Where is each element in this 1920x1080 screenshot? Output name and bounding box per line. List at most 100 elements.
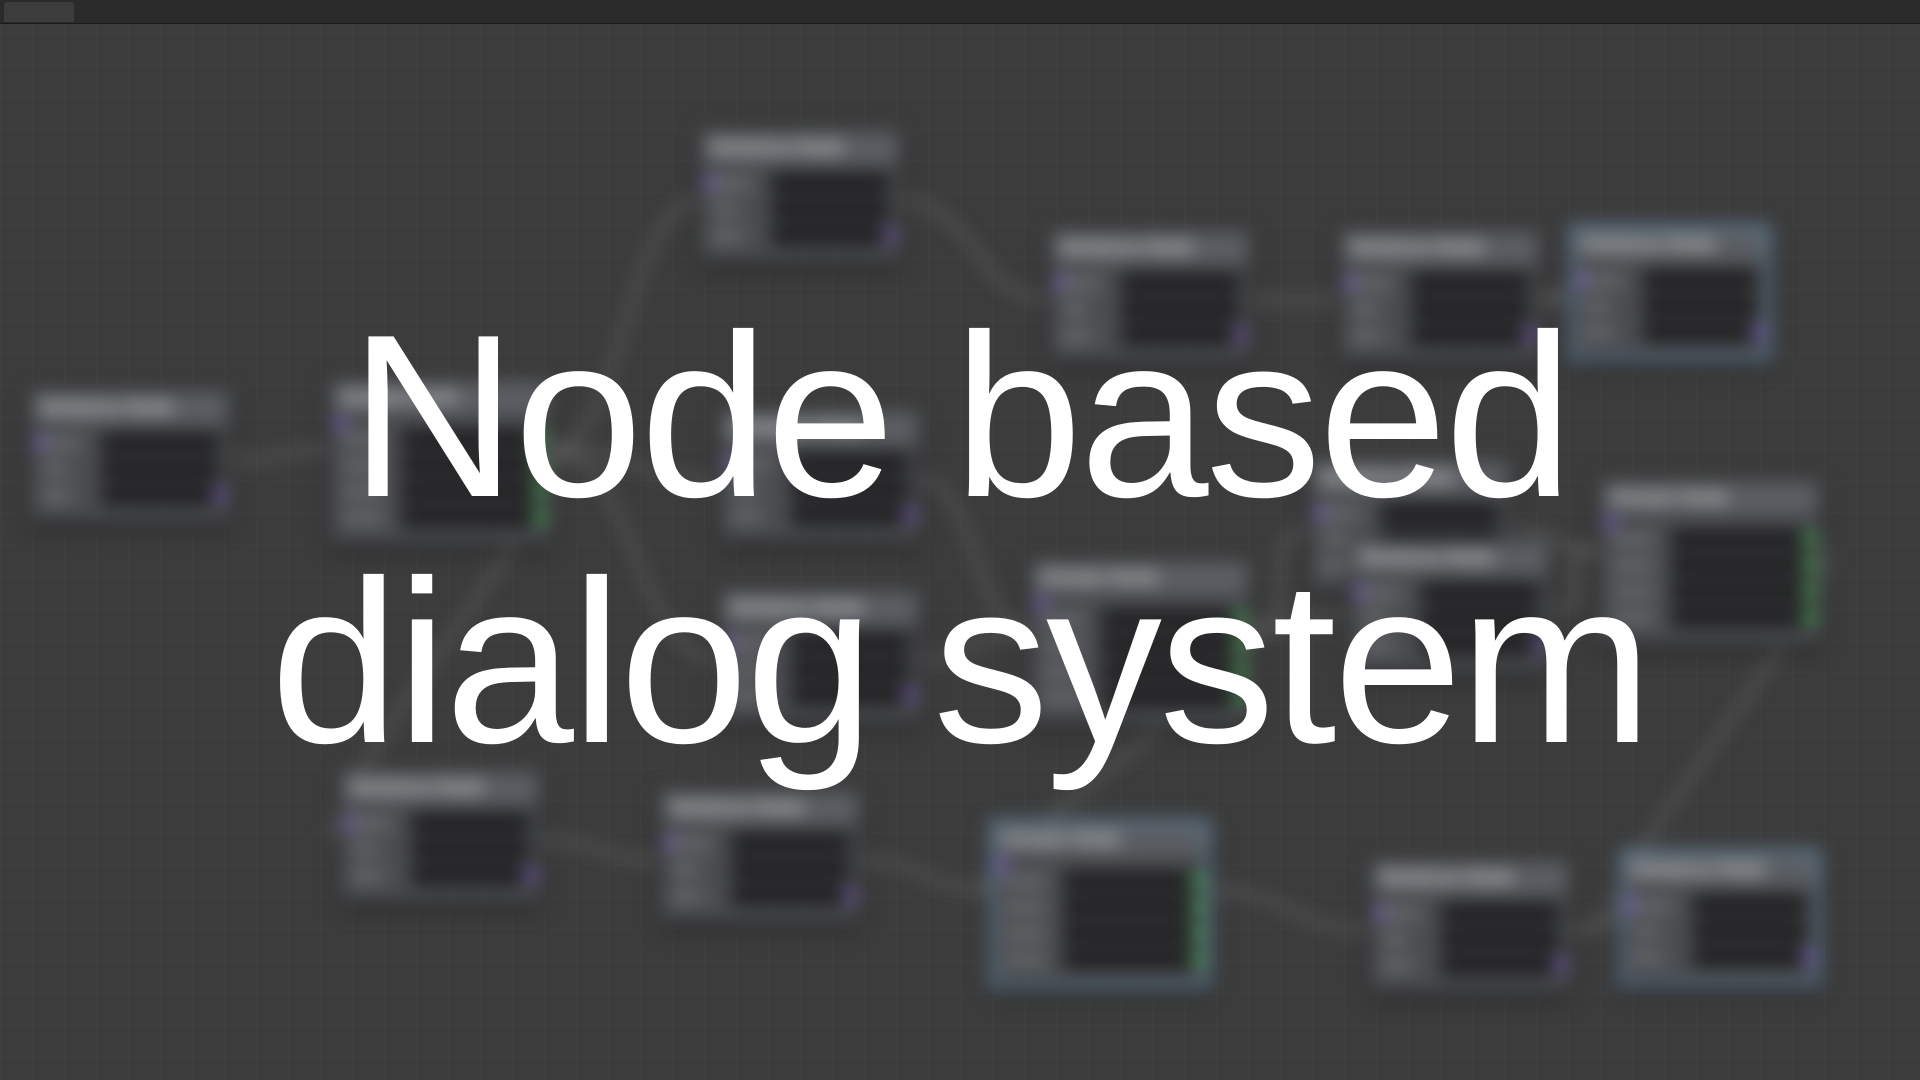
port-data[interactable] [1233, 638, 1247, 652]
row-field[interactable] [1643, 270, 1757, 290]
row-field[interactable] [791, 453, 909, 473]
row-field[interactable] [1101, 609, 1239, 629]
row-field[interactable] [1121, 273, 1239, 293]
row-field[interactable] [791, 479, 909, 499]
port-data[interactable] [533, 458, 547, 472]
sentence-node[interactable]: Sentence NodeNameTextNext [1340, 230, 1540, 362]
row-field[interactable] [791, 505, 909, 525]
row-field[interactable] [791, 685, 909, 705]
row-field[interactable] [771, 173, 889, 193]
port-flow[interactable] [213, 488, 227, 502]
row-field[interactable] [1671, 581, 1809, 601]
port-data[interactable] [1233, 690, 1247, 704]
row-field[interactable] [411, 813, 529, 833]
row-field[interactable] [731, 885, 849, 905]
sentence-node[interactable]: Sentence NodeNameTextNext [720, 410, 920, 542]
row-field[interactable] [771, 225, 889, 245]
sentence-node[interactable]: Sentence NodeNameTextNext [660, 790, 860, 922]
sentence-node[interactable]: Sentence NodeNameTextNext [340, 770, 540, 902]
row-field[interactable] [401, 481, 539, 501]
port-data[interactable] [1191, 926, 1205, 940]
connection-edge[interactable] [1550, 550, 1600, 610]
row-field[interactable] [1441, 955, 1559, 975]
sentence-node[interactable]: Sentence NodeNameTextNext [1570, 225, 1770, 361]
sentence-node[interactable]: Sentence NodeNameTextNext [1620, 850, 1820, 986]
connection-edge[interactable] [550, 450, 720, 660]
port-data[interactable] [1191, 900, 1205, 914]
connection-edge[interactable] [1250, 530, 1310, 630]
row-field[interactable] [411, 839, 529, 859]
row-field[interactable] [1063, 897, 1197, 917]
port-data[interactable] [1803, 584, 1817, 598]
connection-edge[interactable] [1570, 920, 1620, 930]
connection-edge[interactable] [1250, 610, 1350, 630]
sentence-node[interactable]: Sentence NodeNameTextNext [30, 390, 230, 522]
row-field[interactable] [1411, 325, 1529, 345]
row-field[interactable] [1121, 299, 1239, 319]
row-field[interactable] [771, 199, 889, 219]
sentence-node[interactable]: Sentence NodeNameTextNext [1370, 860, 1570, 992]
port-data[interactable] [533, 484, 547, 498]
sentence-node[interactable]: Sentence NodeNameTextNext [1350, 540, 1550, 672]
row-field[interactable] [1643, 322, 1757, 342]
port-data[interactable] [1803, 558, 1817, 572]
port-flow[interactable] [523, 868, 537, 882]
port-data[interactable] [1191, 874, 1205, 888]
row-field[interactable] [1101, 635, 1239, 655]
row-field[interactable] [1693, 947, 1807, 967]
answer-node[interactable]: Answer Nodechoicechoicechoicechoice [990, 820, 1210, 988]
row-field[interactable] [101, 433, 219, 453]
sentence-node[interactable]: Sentence NodeNameTextNext [1050, 230, 1250, 362]
row-field[interactable] [1693, 895, 1807, 915]
row-field[interactable] [791, 659, 909, 679]
port-data[interactable] [533, 510, 547, 524]
connection-edge[interactable] [540, 840, 660, 860]
row-field[interactable] [1693, 921, 1807, 941]
connection-edge[interactable] [550, 450, 720, 480]
port-data[interactable] [1233, 664, 1247, 678]
row-field[interactable] [1421, 583, 1539, 603]
row-field[interactable] [1101, 687, 1239, 707]
row-field[interactable] [1671, 607, 1809, 627]
row-field[interactable] [1063, 871, 1197, 891]
row-field[interactable] [101, 485, 219, 505]
port-flow[interactable] [843, 888, 857, 902]
answer-node[interactable]: Answer Nodechoicechoicechoicechoice [1030, 560, 1250, 724]
row-field[interactable] [1063, 949, 1197, 969]
row-field[interactable] [1643, 296, 1757, 316]
connection-edge[interactable] [1540, 295, 1570, 300]
port-flow[interactable] [1801, 950, 1815, 964]
port-flow[interactable] [883, 228, 897, 242]
port-data[interactable] [1191, 952, 1205, 966]
row-field[interactable] [1063, 923, 1197, 943]
row-field[interactable] [401, 455, 539, 475]
sentence-node[interactable]: Sentence NodeNameTextNext [700, 130, 900, 262]
row-field[interactable] [1121, 325, 1239, 345]
row-field[interactable] [101, 459, 219, 479]
port-flow[interactable] [1233, 328, 1247, 342]
row-field[interactable] [1671, 529, 1809, 549]
answer-node[interactable]: Answer Nodechoicechoicechoicechoice [330, 380, 550, 544]
connection-edge[interactable] [550, 200, 700, 450]
port-flow[interactable] [1553, 958, 1567, 972]
row-field[interactable] [1101, 661, 1239, 681]
row-field[interactable] [401, 429, 539, 449]
port-flow[interactable] [1533, 638, 1547, 652]
row-field[interactable] [1411, 273, 1529, 293]
row-field[interactable] [731, 833, 849, 853]
row-field[interactable] [1671, 555, 1809, 575]
row-field[interactable] [1421, 609, 1539, 629]
port-flow[interactable] [903, 508, 917, 522]
connection-edge[interactable] [900, 200, 1050, 300]
row-field[interactable] [1411, 299, 1529, 319]
sentence-node[interactable]: Sentence NodeNameTextNext [720, 590, 920, 722]
row-field[interactable] [411, 865, 529, 885]
row-field[interactable] [1441, 929, 1559, 949]
connection-edge[interactable] [860, 860, 990, 890]
port-data[interactable] [1803, 610, 1817, 624]
row-field[interactable] [401, 507, 539, 527]
row-field[interactable] [731, 859, 849, 879]
row-field[interactable] [1421, 635, 1539, 655]
connection-edge[interactable] [920, 480, 1030, 630]
row-field[interactable] [1441, 903, 1559, 923]
